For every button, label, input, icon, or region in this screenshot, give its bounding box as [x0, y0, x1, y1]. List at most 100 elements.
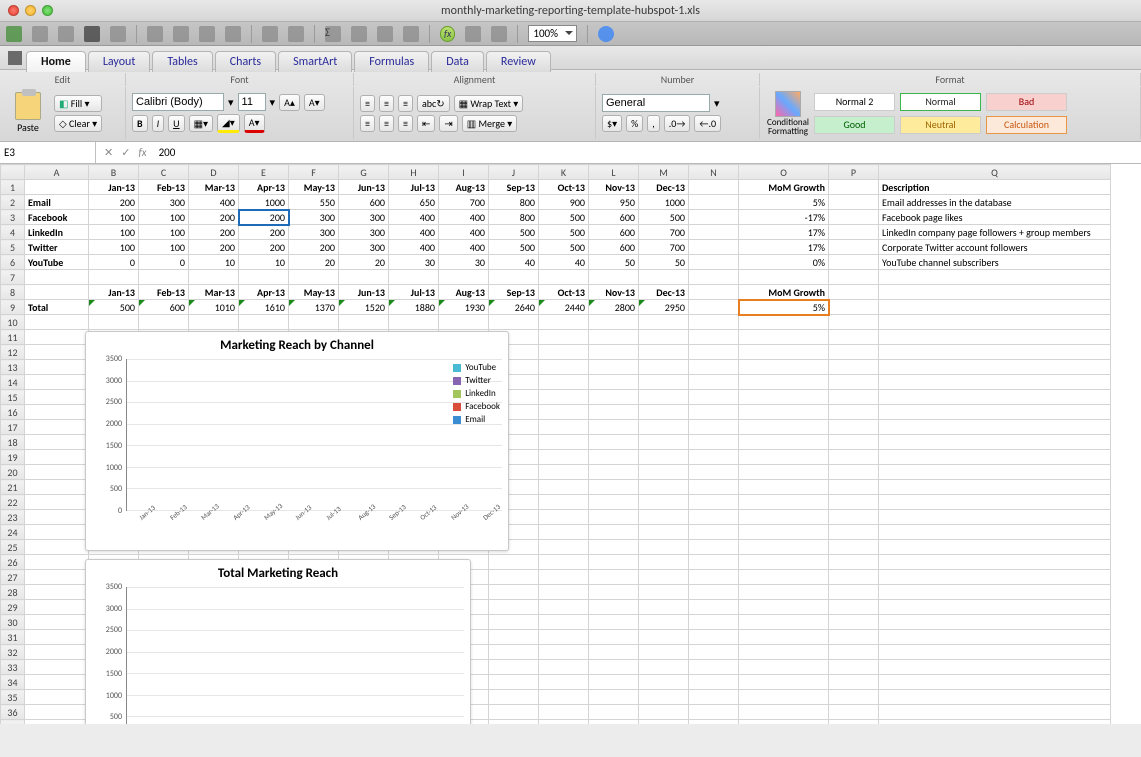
cell[interactable] — [879, 360, 1111, 375]
cell[interactable]: 2950 — [639, 300, 689, 315]
cell[interactable]: 200 — [189, 210, 239, 225]
cell[interactable] — [689, 225, 739, 240]
decrease-decimal-icon[interactable]: ←.0 — [694, 115, 721, 132]
row-header[interactable]: 31 — [1, 630, 25, 645]
undo-icon[interactable] — [262, 26, 278, 42]
cell[interactable] — [639, 720, 689, 725]
cell[interactable] — [489, 570, 539, 585]
currency-icon[interactable]: $▾ — [602, 115, 622, 132]
row-header[interactable]: 10 — [1, 315, 25, 330]
cell[interactable] — [829, 420, 879, 435]
cell[interactable]: 500 — [489, 240, 539, 255]
row-header[interactable]: 33 — [1, 660, 25, 675]
cell[interactable]: 400 — [189, 195, 239, 210]
cell[interactable] — [639, 705, 689, 720]
cell[interactable]: Sep-13 — [489, 285, 539, 300]
cell[interactable] — [829, 255, 879, 270]
help-icon[interactable] — [598, 26, 614, 42]
cell[interactable]: 2440 — [539, 300, 589, 315]
cell[interactable] — [639, 510, 689, 525]
cell[interactable]: 200 — [239, 240, 289, 255]
cell[interactable] — [25, 675, 89, 690]
cell[interactable] — [25, 405, 89, 420]
cell[interactable] — [829, 645, 879, 660]
cell[interactable] — [689, 420, 739, 435]
cell[interactable] — [139, 315, 189, 330]
row-header[interactable]: 8 — [1, 285, 25, 300]
cell[interactable] — [539, 270, 589, 285]
row-header[interactable]: 30 — [1, 615, 25, 630]
cell[interactable] — [589, 330, 639, 345]
fx-icon[interactable]: fx — [138, 146, 146, 159]
cell[interactable]: 40 — [539, 255, 589, 270]
row-header[interactable]: 14 — [1, 375, 25, 390]
cell[interactable] — [689, 645, 739, 660]
cell[interactable] — [879, 690, 1111, 705]
cell[interactable]: 1000 — [239, 195, 289, 210]
cell[interactable] — [879, 630, 1111, 645]
cell[interactable] — [439, 315, 489, 330]
cell[interactable] — [829, 180, 879, 195]
cell[interactable]: 200 — [239, 210, 289, 225]
sort-desc-icon[interactable] — [377, 26, 393, 42]
cell[interactable] — [25, 270, 89, 285]
cell[interactable] — [539, 510, 589, 525]
cell[interactable]: 100 — [139, 225, 189, 240]
cell[interactable] — [589, 390, 639, 405]
cell[interactable] — [829, 600, 879, 615]
row-header[interactable]: 9 — [1, 300, 25, 315]
cell[interactable] — [25, 375, 89, 390]
cell[interactable]: 1930 — [439, 300, 489, 315]
cell[interactable] — [639, 525, 689, 540]
cell[interactable] — [879, 600, 1111, 615]
cell[interactable]: 500 — [539, 225, 589, 240]
cell[interactable] — [25, 660, 89, 675]
cell[interactable]: 300 — [139, 195, 189, 210]
cell[interactable] — [539, 645, 589, 660]
cell[interactable] — [639, 540, 689, 555]
cell[interactable]: Description — [879, 180, 1111, 195]
cell[interactable]: 100 — [139, 240, 189, 255]
copy-icon[interactable] — [173, 26, 189, 42]
align-right-icon[interactable]: ≡ — [398, 115, 413, 132]
chart-reach-by-channel[interactable]: Marketing Reach by Channel 0500100015002… — [85, 331, 509, 551]
cell[interactable] — [739, 390, 829, 405]
cell[interactable] — [829, 375, 879, 390]
cell[interactable] — [739, 555, 829, 570]
cell[interactable] — [489, 645, 539, 660]
cell[interactable] — [879, 555, 1111, 570]
row-header[interactable]: 37 — [1, 720, 25, 725]
cell[interactable] — [739, 720, 829, 725]
tab-charts[interactable]: Charts — [215, 51, 276, 72]
cell[interactable] — [879, 675, 1111, 690]
cell[interactable] — [879, 390, 1111, 405]
cut-icon[interactable] — [147, 26, 163, 42]
tab-smartart[interactable]: SmartArt — [278, 51, 352, 72]
cell[interactable]: 600 — [139, 300, 189, 315]
percent-icon[interactable]: % — [626, 115, 643, 132]
cell[interactable] — [879, 270, 1111, 285]
cell[interactable] — [689, 405, 739, 420]
row-header[interactable]: 5 — [1, 240, 25, 255]
cell[interactable] — [829, 630, 879, 645]
cell[interactable]: YouTube channel subscribers — [879, 255, 1111, 270]
cell[interactable]: 50 — [639, 255, 689, 270]
cell[interactable] — [829, 540, 879, 555]
cell[interactable] — [589, 720, 639, 725]
bold-button[interactable]: B — [132, 115, 148, 132]
cell[interactable]: 550 — [289, 195, 339, 210]
cell[interactable]: 200 — [289, 240, 339, 255]
cell[interactable] — [639, 600, 689, 615]
cell[interactable]: 17% — [739, 225, 829, 240]
cell[interactable] — [25, 645, 89, 660]
cell[interactable] — [589, 675, 639, 690]
conditional-formatting-button[interactable]: Conditional Formatting — [766, 91, 810, 136]
cell[interactable] — [639, 465, 689, 480]
cell[interactable] — [25, 615, 89, 630]
cell[interactable] — [589, 405, 639, 420]
cell[interactable] — [879, 705, 1111, 720]
cell[interactable] — [689, 240, 739, 255]
cell[interactable]: 400 — [439, 225, 489, 240]
cell[interactable] — [589, 525, 639, 540]
cell[interactable] — [589, 315, 639, 330]
